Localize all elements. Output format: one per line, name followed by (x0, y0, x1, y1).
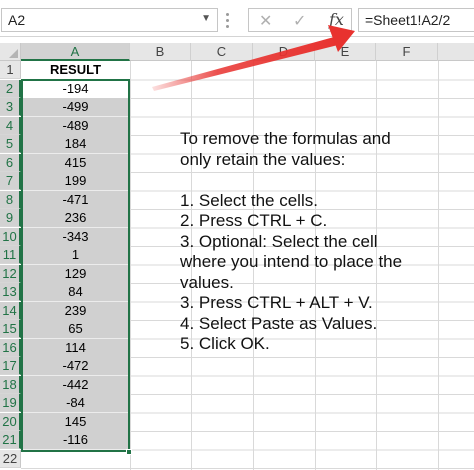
column-header-a[interactable]: A (21, 43, 130, 61)
row-header[interactable]: 4 (0, 116, 21, 135)
row-header[interactable]: 7 (0, 172, 21, 190)
name-box[interactable]: A2 ▼ (1, 8, 218, 32)
active-cell[interactable]: -194 (21, 79, 130, 98)
instruction-step: where you intend to place the (180, 252, 403, 271)
table-cell[interactable]: -472 (21, 357, 130, 375)
row-header[interactable]: 8 (0, 190, 21, 209)
instruction-step: values. (180, 272, 234, 292)
table-cell[interactable]: 145 (21, 412, 130, 431)
row-header[interactable]: 6 (0, 153, 21, 172)
row-header[interactable]: 20 (0, 412, 21, 431)
instruction-step: 3. Press CTRL + ALT + V. (180, 293, 373, 312)
row-header[interactable]: 12 (0, 264, 21, 283)
table-cell[interactable]: 114 (21, 338, 130, 357)
name-box-value: A2 (8, 12, 26, 28)
column-header-e[interactable]: E (315, 43, 376, 61)
formula-bar: A2 ▼ ✕ ✓ fx =Sheet1!A2/2 (0, 0, 474, 37)
row-header[interactable]: 21 (0, 431, 21, 449)
row-header[interactable]: 15 (0, 320, 21, 338)
close-icon[interactable]: ✕ (259, 11, 272, 31)
table-cell[interactable]: 84 (21, 283, 130, 301)
row-header[interactable]: 22 (0, 449, 21, 468)
check-icon[interactable]: ✓ (293, 11, 306, 31)
column-header-f[interactable]: F (376, 43, 438, 61)
table-cell[interactable]: -471 (21, 190, 130, 209)
formula-text: =Sheet1!A2/2 (365, 12, 451, 28)
row-header[interactable]: 11 (0, 246, 21, 264)
column-header-c[interactable]: C (191, 43, 253, 61)
row-header[interactable]: 9 (0, 209, 21, 227)
instructions: To remove the formulas and only retain t… (180, 129, 470, 355)
formula-bar-grip[interactable] (226, 13, 230, 29)
table-cell[interactable]: -489 (21, 116, 130, 135)
row-header[interactable]: 3 (0, 98, 21, 116)
table-cell[interactable]: -499 (21, 98, 130, 116)
instruction-intro-line: only retain the values: (180, 149, 346, 169)
table-cell[interactable]: 236 (21, 209, 130, 227)
instruction-step: 1. Select the cells. (180, 190, 318, 210)
table-cell[interactable]: -84 (21, 394, 130, 412)
select-all-button[interactable] (0, 43, 21, 61)
table-cell[interactable]: 239 (21, 301, 130, 320)
instruction-step: 3. Optional: Select the cell (180, 231, 378, 251)
formula-buttons: ✕ ✓ fx (248, 8, 352, 32)
table-cell[interactable]: -343 (21, 227, 130, 246)
table-cell[interactable]: -116 (21, 431, 130, 449)
table-cell[interactable]: 129 (21, 264, 130, 283)
column-header-d[interactable]: D (253, 43, 315, 61)
row-header[interactable]: 10 (0, 227, 21, 246)
fill-handle[interactable] (126, 449, 132, 455)
row-header[interactable]: 17 (0, 357, 21, 375)
table-cell[interactable]: 184 (21, 135, 130, 153)
instruction-intro-line: To remove the formulas and (180, 129, 391, 148)
table-cell[interactable]: 415 (21, 153, 130, 172)
insert-function-button[interactable]: fx (329, 10, 344, 29)
instruction-step: 4. Select Paste as Values. (180, 313, 378, 333)
row-header[interactable]: 19 (0, 394, 21, 412)
column-headers: A B C D E F (21, 43, 474, 61)
row-header[interactable]: 5 (0, 135, 21, 153)
chevron-down-icon[interactable]: ▼ (201, 13, 211, 24)
row-header[interactable]: 13 (0, 283, 21, 301)
instruction-step: 5. Click OK. (180, 334, 270, 353)
table-cell[interactable]: -442 (21, 375, 130, 394)
column-header-b[interactable]: B (130, 43, 191, 61)
table-cell[interactable]: 1 (21, 246, 130, 264)
table-cell[interactable]: 65 (21, 320, 130, 338)
row-header[interactable]: 2 (0, 79, 21, 98)
row-header[interactable]: 16 (0, 338, 21, 357)
row-header[interactable]: 1 (0, 61, 21, 79)
row-header[interactable]: 14 (0, 301, 21, 320)
formula-input[interactable]: =Sheet1!A2/2 (358, 8, 474, 32)
row-header[interactable]: 18 (0, 375, 21, 394)
table-cell[interactable]: 199 (21, 172, 130, 190)
column-header-cell[interactable]: RESULT (21, 61, 130, 79)
instruction-step: 2. Press CTRL + C. (180, 211, 328, 230)
